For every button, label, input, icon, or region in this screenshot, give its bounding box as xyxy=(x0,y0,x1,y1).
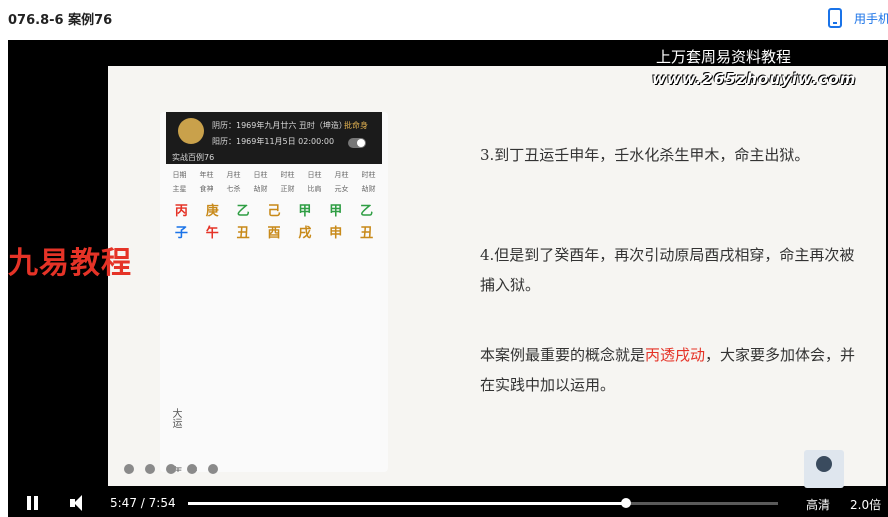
speed-button[interactable]: 2.0倍 xyxy=(850,496,881,513)
open-on-phone-link[interactable]: 用手机 xyxy=(854,10,888,27)
chart-header-row: 日期 年柱 月柱 日柱 时柱 日柱 月柱 时柱 xyxy=(172,171,376,179)
content-paragraph-2: 4.但是到了癸酉年，再次引动原局酉戌相穿，命主再次被捕入狱。 xyxy=(480,246,855,294)
stem-3: 己 xyxy=(267,204,281,219)
brand-banner: 九易教程 xyxy=(8,246,132,281)
stem-5: 甲 xyxy=(329,204,343,219)
prev-icon[interactable] xyxy=(124,464,134,474)
branch-0: 子 xyxy=(174,226,188,241)
dayun-label: 大运 xyxy=(170,408,181,428)
page-title: 076.8-6 案例76 xyxy=(8,13,113,28)
lunar-date: 阴历：1969年九月廿六 丑时（坤造） xyxy=(212,121,347,130)
earthly-branches-row: 子午丑酉戌申丑 xyxy=(166,222,382,242)
highlight-text: 丙透戌动 xyxy=(645,346,706,364)
presenter-avatar xyxy=(804,450,844,488)
progress-fill xyxy=(188,502,626,505)
top-bar: 076.8-6 案例76 用手机 xyxy=(0,0,888,40)
branch-1: 午 xyxy=(205,226,219,241)
app-logo-icon xyxy=(178,118,204,144)
content-paragraph-1: 3.到丁丑运壬申年，壬水化杀生甲木，命主出狱。 xyxy=(480,146,810,164)
progress-bar[interactable] xyxy=(188,498,778,508)
volume-icon[interactable] xyxy=(70,495,90,511)
play-icon[interactable] xyxy=(145,464,155,474)
heavenly-stems-row: 丙庚乙己甲甲乙 xyxy=(166,200,382,220)
player-controls: 5:47 / 7:54 高清 2.0倍 xyxy=(8,489,888,517)
content-paragraph-3: 本案例最重要的概念就是丙透戌动，大家要多加体会，并在实践中加以运用。 xyxy=(480,346,856,394)
watermark-title: 上万套周易资料教程 xyxy=(656,48,792,66)
chart-toggle[interactable] xyxy=(348,138,366,148)
stem-1: 庚 xyxy=(205,204,219,219)
video-player[interactable]: 上万套周易资料教程 www.265zhouyiw.com 九易教程 阴历：196… xyxy=(8,40,888,517)
chart-gods-row: 主星 食神 七杀 劫财 正财 比肩 元女 劫财 xyxy=(172,185,376,193)
edit-icon[interactable] xyxy=(166,464,176,474)
crop-icon[interactable] xyxy=(187,464,197,474)
stem-4: 甲 xyxy=(298,204,312,219)
branch-6: 丑 xyxy=(360,226,374,241)
chart-badge: 批命身 xyxy=(344,121,368,130)
tools-icon[interactable] xyxy=(208,464,218,474)
solar-date: 阳历：1969年11月5日 02:00:00 xyxy=(212,137,335,146)
stem-2: 乙 xyxy=(236,204,250,219)
time-display: 5:47 / 7:54 xyxy=(110,496,176,510)
branch-5: 申 xyxy=(329,226,343,241)
branch-2: 丑 xyxy=(236,226,250,241)
chart-toolbar xyxy=(124,464,218,474)
stem-0: 丙 xyxy=(174,204,188,219)
quality-button[interactable]: 高清 xyxy=(806,496,830,513)
mobile-phone-icon[interactable] xyxy=(828,8,842,28)
branch-4: 戌 xyxy=(298,226,312,241)
bazi-chart-screen: 阴历：1969年九月廿六 丑时（坤造） 阳历：1969年11月5日 02:00:… xyxy=(160,112,388,472)
watermark-url: www.265zhouyiw.com xyxy=(652,70,857,88)
chart-header: 阴历：1969年九月廿六 丑时（坤造） 阳历：1969年11月5日 02:00:… xyxy=(166,112,382,164)
stem-6: 乙 xyxy=(360,204,374,219)
progress-knob[interactable] xyxy=(620,498,631,508)
pause-icon[interactable] xyxy=(26,496,40,510)
case-label: 实战百例76 xyxy=(172,153,215,162)
branch-3: 酉 xyxy=(267,226,281,241)
